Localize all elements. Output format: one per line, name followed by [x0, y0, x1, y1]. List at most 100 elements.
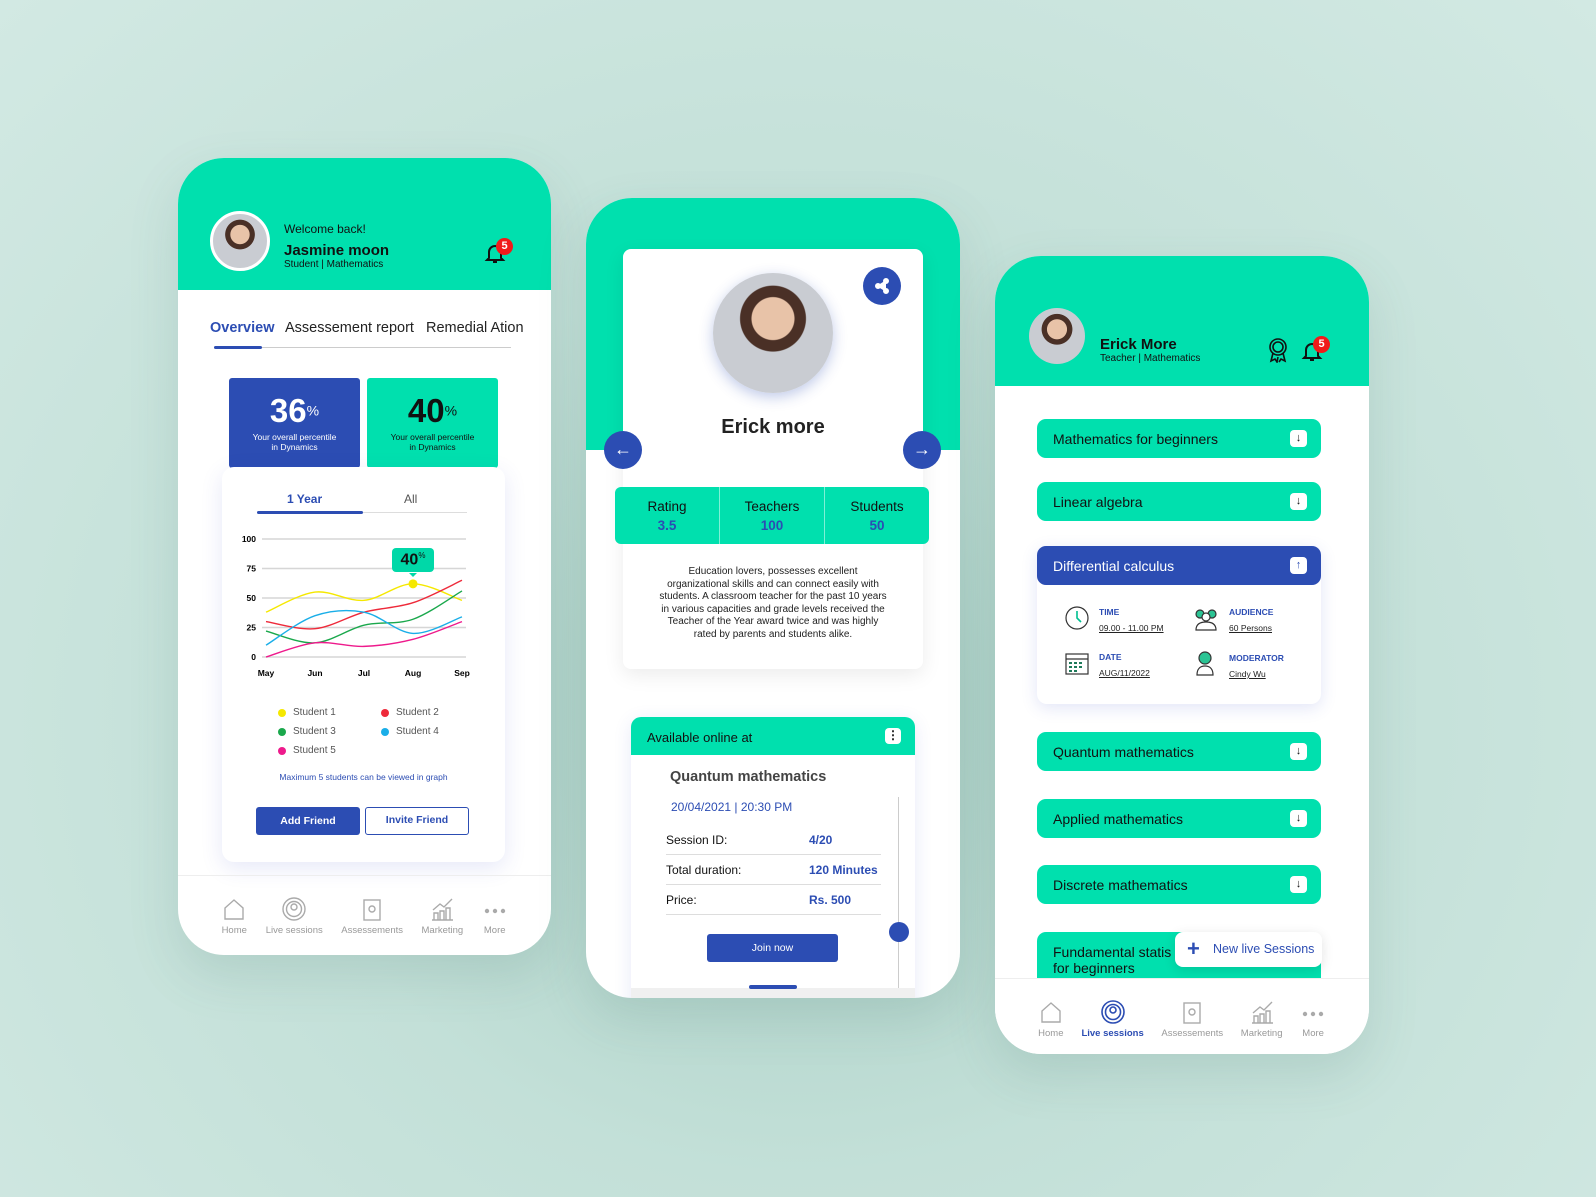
share-button[interactable]: [863, 267, 901, 305]
course-item[interactable]: Applied mathematics ↓: [1037, 799, 1321, 838]
invite-friend-button[interactable]: Invite Friend: [365, 807, 469, 835]
chart-icon: [432, 898, 454, 921]
highlight-point: [408, 579, 418, 589]
chart-tooltip: 40%: [392, 547, 434, 577]
clock-icon: [1065, 606, 1089, 630]
arrow-down-icon[interactable]: ↓: [1290, 810, 1307, 827]
arrow-down-icon[interactable]: ↓: [1290, 493, 1307, 510]
add-friend-button[interactable]: Add Friend: [256, 807, 360, 835]
legend-item: Student 2: [381, 707, 439, 718]
arrow-down-icon[interactable]: ↓: [1290, 743, 1307, 760]
notification-badge: 5: [1313, 336, 1330, 353]
tab-assessment-report[interactable]: Assessement report: [285, 320, 414, 336]
profile-avatar: [713, 273, 833, 393]
x-tick-label: Jun: [307, 668, 322, 678]
new-live-session-button[interactable]: + New live Sessions: [1175, 932, 1322, 967]
home-indicator: [749, 985, 797, 989]
profile-name: Erick more: [721, 416, 825, 438]
bottom-nav: Home Live sessions Assessements Marketin…: [178, 875, 551, 955]
share-icon: [874, 277, 890, 295]
legend-label: Student 1: [293, 707, 336, 718]
nav-home[interactable]: Home: [1038, 979, 1064, 1054]
legend-item: Student 3: [278, 726, 336, 737]
live-sessions-icon: [282, 897, 306, 921]
session-datetime: 20/04/2021 | 20:30 PM: [671, 800, 793, 814]
legend-swatch: [278, 746, 286, 755]
join-now-button[interactable]: Join now: [707, 934, 838, 962]
detail-row: Price: Rs. 500: [666, 885, 881, 915]
detail-row: Session ID: 4/20: [666, 825, 881, 855]
tab-overview[interactable]: Overview: [210, 320, 275, 336]
user-role: Student | Mathematics: [284, 259, 384, 270]
legend-swatch: [381, 727, 389, 736]
more-options-button[interactable]: ⋮: [885, 728, 901, 744]
scroll-track[interactable]: [898, 797, 899, 998]
calendar-icon: [1065, 653, 1089, 675]
nav-assessments[interactable]: Assessements: [1161, 979, 1223, 1054]
course-item[interactable]: Mathematics for beginners ↓: [1037, 419, 1321, 458]
award-icon[interactable]: [1267, 337, 1289, 363]
chart-card: 1 Year All 0 25 50 75 100 May Jun Jul Aug Sep 40%…: [222, 467, 505, 862]
tab-remedial-action[interactable]: Remedial Ation: [426, 320, 524, 336]
course-item[interactable]: Linear algebra ↓: [1037, 482, 1321, 521]
x-tick-label: Aug: [405, 668, 422, 678]
nav-marketing[interactable]: Marketing: [1241, 979, 1283, 1054]
clipboard-icon: [1183, 1002, 1201, 1024]
course-item[interactable]: Discrete mathematics ↓: [1037, 865, 1321, 904]
course-title: Quantum mathematics: [670, 769, 827, 785]
arrow-up-icon[interactable]: ↑: [1290, 557, 1307, 574]
arrow-down-icon[interactable]: ↓: [1290, 430, 1307, 447]
range-active-indicator: [257, 511, 363, 514]
range-tab-1-year[interactable]: 1 Year: [287, 492, 322, 506]
x-tick-label: Sep: [454, 668, 470, 678]
y-tick-label: 100: [242, 534, 256, 544]
avatar[interactable]: [1029, 308, 1085, 364]
nav-more[interactable]: More: [482, 876, 508, 955]
profile-bio: Education lovers, possesses excellent or…: [659, 566, 887, 640]
nav-live-sessions[interactable]: Live sessions: [1081, 979, 1144, 1054]
legend-item: Student 5: [278, 745, 336, 756]
prev-button[interactable]: ←: [604, 431, 642, 469]
profile-stats: Rating 3.5 Teachers 100 Students 50: [615, 487, 929, 544]
nav-more[interactable]: More: [1300, 979, 1326, 1054]
notification-badge: 5: [496, 238, 513, 255]
legend-swatch: [381, 708, 389, 717]
available-label: Available online at: [647, 730, 753, 745]
legend-label: Student 3: [293, 726, 336, 737]
legend-swatch: [278, 708, 286, 717]
expanded-course-card: Differential calculus ↑ TIME 09.00 - 11.00…: [1037, 546, 1321, 704]
next-button[interactable]: →: [903, 431, 941, 469]
chart-icon: [1251, 1001, 1273, 1024]
arrow-down-icon[interactable]: ↓: [1290, 876, 1307, 893]
nav-home[interactable]: Home: [221, 876, 247, 955]
nav-assessments[interactable]: Assessements: [341, 876, 403, 955]
nav-live-sessions[interactable]: Live sessions: [266, 876, 323, 955]
range-tab-all[interactable]: All: [404, 492, 417, 506]
tab-active-indicator: [214, 346, 262, 349]
user-name: Erick More: [1100, 336, 1177, 353]
stat-value: 36: [269, 392, 307, 429]
stat-students: Students 50: [850, 499, 904, 533]
y-tick-label: 75: [247, 564, 257, 574]
teacher-profile-phone: Erick more ← → Rating 3.5 Teachers 100 Stu…: [586, 198, 960, 998]
avatar[interactable]: [210, 211, 270, 271]
stat-value: 40: [407, 392, 445, 429]
bottom-strip: [631, 988, 915, 998]
more-icon: [1302, 1011, 1324, 1017]
user-role: Teacher | Mathematics: [1100, 353, 1201, 364]
x-tick-label: Jul: [358, 668, 370, 678]
y-tick-label: 25: [247, 623, 257, 633]
nav-marketing[interactable]: Marketing: [422, 876, 463, 955]
moderator-icon: [1196, 651, 1214, 676]
session-card: Available online at ⋮ Quantum mathematic…: [631, 717, 915, 998]
legend-item: Student 4: [381, 726, 439, 737]
stat-card-blue: 36% Your overall percentile in Dynamics: [229, 378, 360, 468]
clipboard-icon: [363, 899, 381, 921]
course-item-expanded[interactable]: Differential calculus ↑: [1037, 546, 1321, 585]
legend-label: Student 4: [396, 726, 439, 737]
welcome-text: Welcome back!: [284, 222, 366, 236]
scroll-thumb[interactable]: [889, 922, 909, 942]
home-icon: [1041, 1002, 1061, 1023]
course-item[interactable]: Quantum mathematics ↓: [1037, 732, 1321, 771]
stat-card-green: 40% Your overall percentile in Dynamics: [367, 378, 498, 468]
